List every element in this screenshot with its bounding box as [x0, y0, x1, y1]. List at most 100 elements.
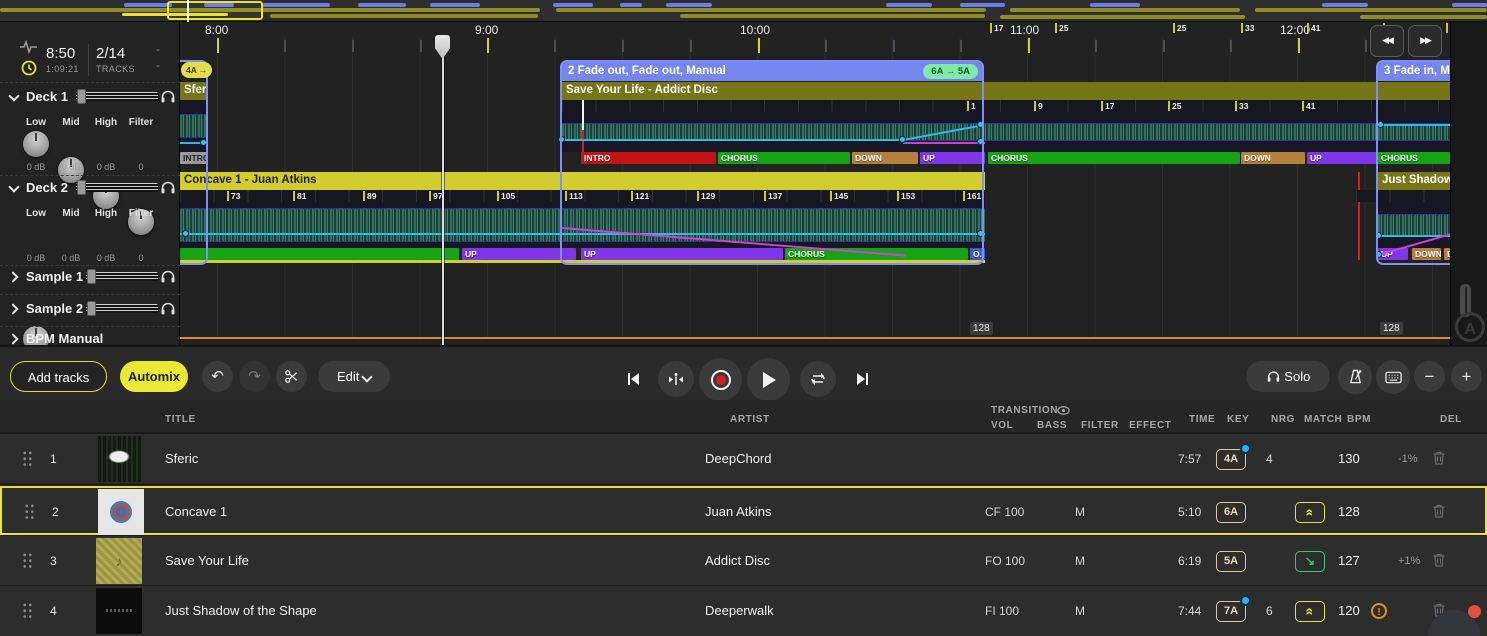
bpm-match-button[interactable]: ↘: [1295, 551, 1325, 572]
track-row-3[interactable]: 3 ♪ Save Your Life Addict Disc FO 100 M …: [0, 536, 1487, 585]
keyboard-shortcuts-button[interactable]: [1376, 360, 1410, 394]
divider: [88, 44, 89, 76]
transition-filter-value[interactable]: M: [1075, 604, 1085, 618]
time-ruler-label: 8:00: [205, 23, 228, 37]
divider: [0, 326, 180, 327]
sample2-headphones-icon[interactable]: [160, 300, 176, 316]
delete-track-icon[interactable]: [1432, 552, 1446, 568]
metronome-button[interactable]: [1338, 360, 1372, 394]
transition-vol-value[interactable]: FI 100: [985, 604, 1019, 618]
key-badge[interactable]: 6A: [1216, 502, 1246, 523]
zoom-in-button[interactable]: +: [1451, 361, 1482, 392]
timeline-canvas[interactable]: 8:009:0010:0011:0012:00 Save Your Life -…: [180, 22, 1450, 345]
drag-handle-icon[interactable]: [22, 602, 33, 619]
column-header-title[interactable]: TITLE: [165, 414, 196, 425]
drag-handle-icon[interactable]: [22, 552, 33, 569]
delete-track-icon[interactable]: [1432, 450, 1446, 466]
play-button[interactable]: [747, 358, 790, 401]
column-header-nrg[interactable]: NRG: [1271, 414, 1295, 425]
redo-button[interactable]: ↷: [239, 361, 270, 392]
transition-clip-3[interactable]: 3 Fade in, M: [1376, 60, 1450, 265]
skip-to-end-button[interactable]: [845, 365, 881, 393]
track-row-4[interactable]: 4 Just Shadow of the Shape Deeperwalk FI…: [0, 586, 1487, 636]
automix-button[interactable]: Automix: [120, 361, 188, 392]
column-header-artist[interactable]: ARTIST: [730, 414, 770, 425]
delete-track-icon[interactable]: [1432, 503, 1446, 519]
column-header-bpm[interactable]: BPM: [1347, 414, 1371, 425]
deck2-volume-thumb[interactable]: [77, 180, 86, 195]
transition-vol-value[interactable]: FO 100: [985, 554, 1025, 568]
column-header-key[interactable]: KEY: [1227, 414, 1249, 425]
undo-button[interactable]: ↶: [202, 361, 233, 392]
deck1-low-value: 0 dB: [19, 162, 53, 172]
minimap-viewport[interactable]: [167, 1, 263, 20]
sample2-volume-thumb[interactable]: [87, 301, 96, 316]
column-header-del[interactable]: DEL: [1440, 414, 1462, 425]
column-header-match[interactable]: MATCH: [1304, 414, 1342, 425]
transition3-header[interactable]: 3 Fade in, M: [1378, 62, 1450, 81]
track-bpm: 128: [1338, 504, 1360, 519]
deck2-collapse-chevron-icon[interactable]: [8, 181, 19, 192]
sample2-expand-chevron-icon[interactable]: [7, 303, 18, 314]
transition1-key-change-badge[interactable]: 4A →: [181, 62, 212, 78]
transition-vol-value[interactable]: CF 100: [985, 505, 1024, 519]
eye-icon[interactable]: [1057, 404, 1070, 417]
transition-filter-value[interactable]: M: [1075, 505, 1085, 519]
cut-button[interactable]: [276, 361, 307, 392]
track-title: Concave 1: [165, 504, 227, 519]
deck1-filter-value: 0: [124, 162, 158, 172]
deck1-volume-thumb[interactable]: [77, 89, 86, 104]
clock-icon: [21, 60, 37, 76]
column-header-time[interactable]: TIME: [1189, 414, 1215, 425]
deck1-volume-slider[interactable]: [76, 92, 158, 101]
fast-forward-button[interactable]: ▶▶: [1408, 25, 1442, 57]
tracks-label: TRACKS: [96, 64, 135, 74]
add-tracks-button[interactable]: Add tracks: [10, 361, 107, 392]
loop-button[interactable]: [800, 361, 836, 397]
time-ruler-minor-tick: [825, 40, 827, 52]
sample1-expand-chevron-icon[interactable]: [7, 271, 18, 282]
deck2-volume-slider[interactable]: [76, 183, 158, 192]
bpm-match-button[interactable]: «: [1295, 502, 1325, 523]
sample1-volume-slider[interactable]: [86, 272, 158, 281]
deck2-headphones-icon[interactable]: [160, 179, 176, 195]
deck1-collapse-chevron-icon[interactable]: [8, 90, 19, 101]
time-ruler-minor-tick: [554, 40, 556, 52]
bpm-manual-expand-chevron-icon[interactable]: [7, 333, 18, 344]
key-badge[interactable]: 5A: [1216, 551, 1246, 572]
playhead-line: [442, 37, 444, 345]
column-header-effect[interactable]: EFFECT: [1129, 420, 1172, 431]
deck1-headphones-icon[interactable]: [160, 88, 176, 104]
bpm-automation-line[interactable]: 128128: [180, 337, 1450, 339]
sample2-volume-slider[interactable]: [86, 304, 158, 313]
sample1-headphones-icon[interactable]: [160, 268, 176, 284]
track-artist: Addict Disc: [705, 553, 770, 568]
drag-handle-icon[interactable]: [22, 450, 33, 467]
transition-filter-value[interactable]: M: [1075, 554, 1085, 568]
rewind-button[interactable]: ◀◀: [1370, 25, 1404, 57]
time-ruler-minor-tick: [284, 40, 286, 52]
placeholder-value-bottom: -: [156, 58, 160, 72]
deck1-low-knob[interactable]: [23, 131, 49, 157]
column-header-filter[interactable]: FILTER: [1081, 420, 1119, 431]
record-button[interactable]: [699, 358, 742, 401]
column-header-bass[interactable]: BASS: [1037, 420, 1067, 431]
time-ruler-minor-tick: [352, 40, 354, 52]
transition-clip-1[interactable]: [180, 60, 208, 265]
column-header-vol[interactable]: VOL: [991, 420, 1013, 431]
zoom-out-button[interactable]: −: [1414, 361, 1445, 392]
transition2-header[interactable]: 2 Fade out, Fade out, Manual: [562, 62, 982, 81]
drag-handle-icon[interactable]: [24, 503, 35, 520]
minimap-clip-bar: [680, 14, 985, 18]
skip-to-start-button[interactable]: [615, 365, 651, 393]
column-header-transition[interactable]: TRANSITION: [991, 405, 1058, 416]
deck2-mid-label: Mid: [54, 208, 88, 219]
transition-clip-2[interactable]: 2 Fade out, Fade out, Manual 6A → 5A: [560, 60, 984, 265]
track-row-2-selected[interactable]: 2 Concave 1 Juan Atkins CF 100 M 5:10 6A…: [0, 486, 1487, 535]
edit-button[interactable]: Edit: [318, 361, 390, 392]
track-row-1[interactable]: 1 Sferic DeepChord 7:57 4A 4 130 -1%: [0, 434, 1487, 483]
snap-to-playhead-button[interactable]: [658, 361, 694, 397]
bpm-match-button[interactable]: «: [1295, 601, 1325, 622]
sample1-volume-thumb[interactable]: [87, 269, 96, 284]
solo-button[interactable]: Solo: [1246, 361, 1330, 392]
